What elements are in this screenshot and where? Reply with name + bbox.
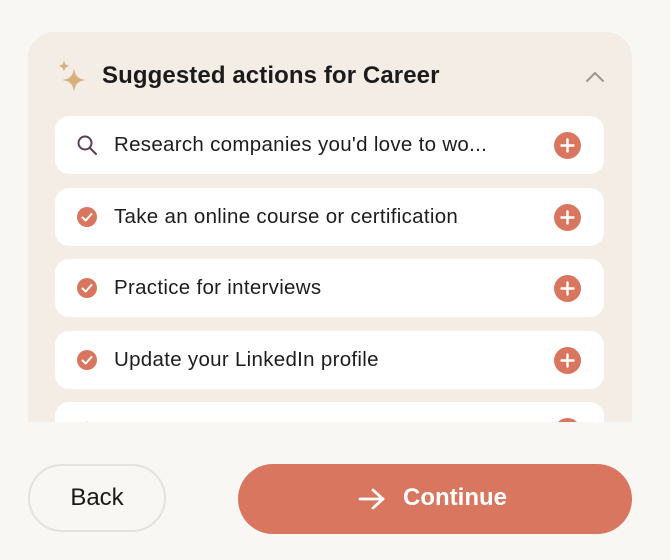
add-button[interactable] <box>554 203 581 231</box>
star-icon <box>86 421 88 422</box>
list-item[interactable]: Take an online course or certification <box>55 187 604 246</box>
list-item-label: Practice for interviews <box>114 276 322 299</box>
plus-icon <box>560 209 575 225</box>
add-button[interactable] <box>554 132 581 159</box>
add-button[interactable] <box>554 275 581 302</box>
suggested-actions-panel: Suggested actions for Career Research co… <box>28 32 632 422</box>
plus-icon <box>560 281 575 296</box>
add-button[interactable] <box>554 418 581 422</box>
suggested-actions-list: Research companies you'd love to wo... T… <box>55 116 604 422</box>
back-button-label: Back <box>70 484 124 511</box>
search-icon <box>77 135 97 155</box>
continue-button[interactable]: Continue <box>238 464 632 534</box>
list-item-label: Update your LinkedIn profile <box>114 347 379 371</box>
sparkle-icon <box>58 60 86 92</box>
check-circle-icon <box>77 206 97 227</box>
plus-icon <box>560 352 575 368</box>
chevron-up-icon[interactable] <box>584 66 606 88</box>
check-circle-icon <box>77 278 97 298</box>
back-button[interactable]: Back <box>28 464 166 532</box>
plus-icon <box>554 418 581 422</box>
add-button[interactable] <box>554 346 581 374</box>
check-circle-icon <box>77 349 97 370</box>
list-item[interactable]: Update your LinkedIn profile <box>55 330 604 389</box>
list-item-label: Research companies you'd love to wo... <box>114 133 488 156</box>
plus-icon <box>560 138 575 153</box>
continue-button-label: Continue <box>403 484 507 511</box>
panel-title: Suggested actions for Career <box>102 62 440 89</box>
list-item[interactable]: Practice for interviews <box>55 259 604 317</box>
list-item[interactable] <box>55 402 604 422</box>
list-item[interactable]: Research companies you'd love to wo... <box>55 116 604 174</box>
panel-header[interactable]: Suggested actions for Career <box>28 32 632 120</box>
arrow-right-icon <box>358 488 385 510</box>
list-item-label: Take an online course or certification <box>114 204 459 228</box>
